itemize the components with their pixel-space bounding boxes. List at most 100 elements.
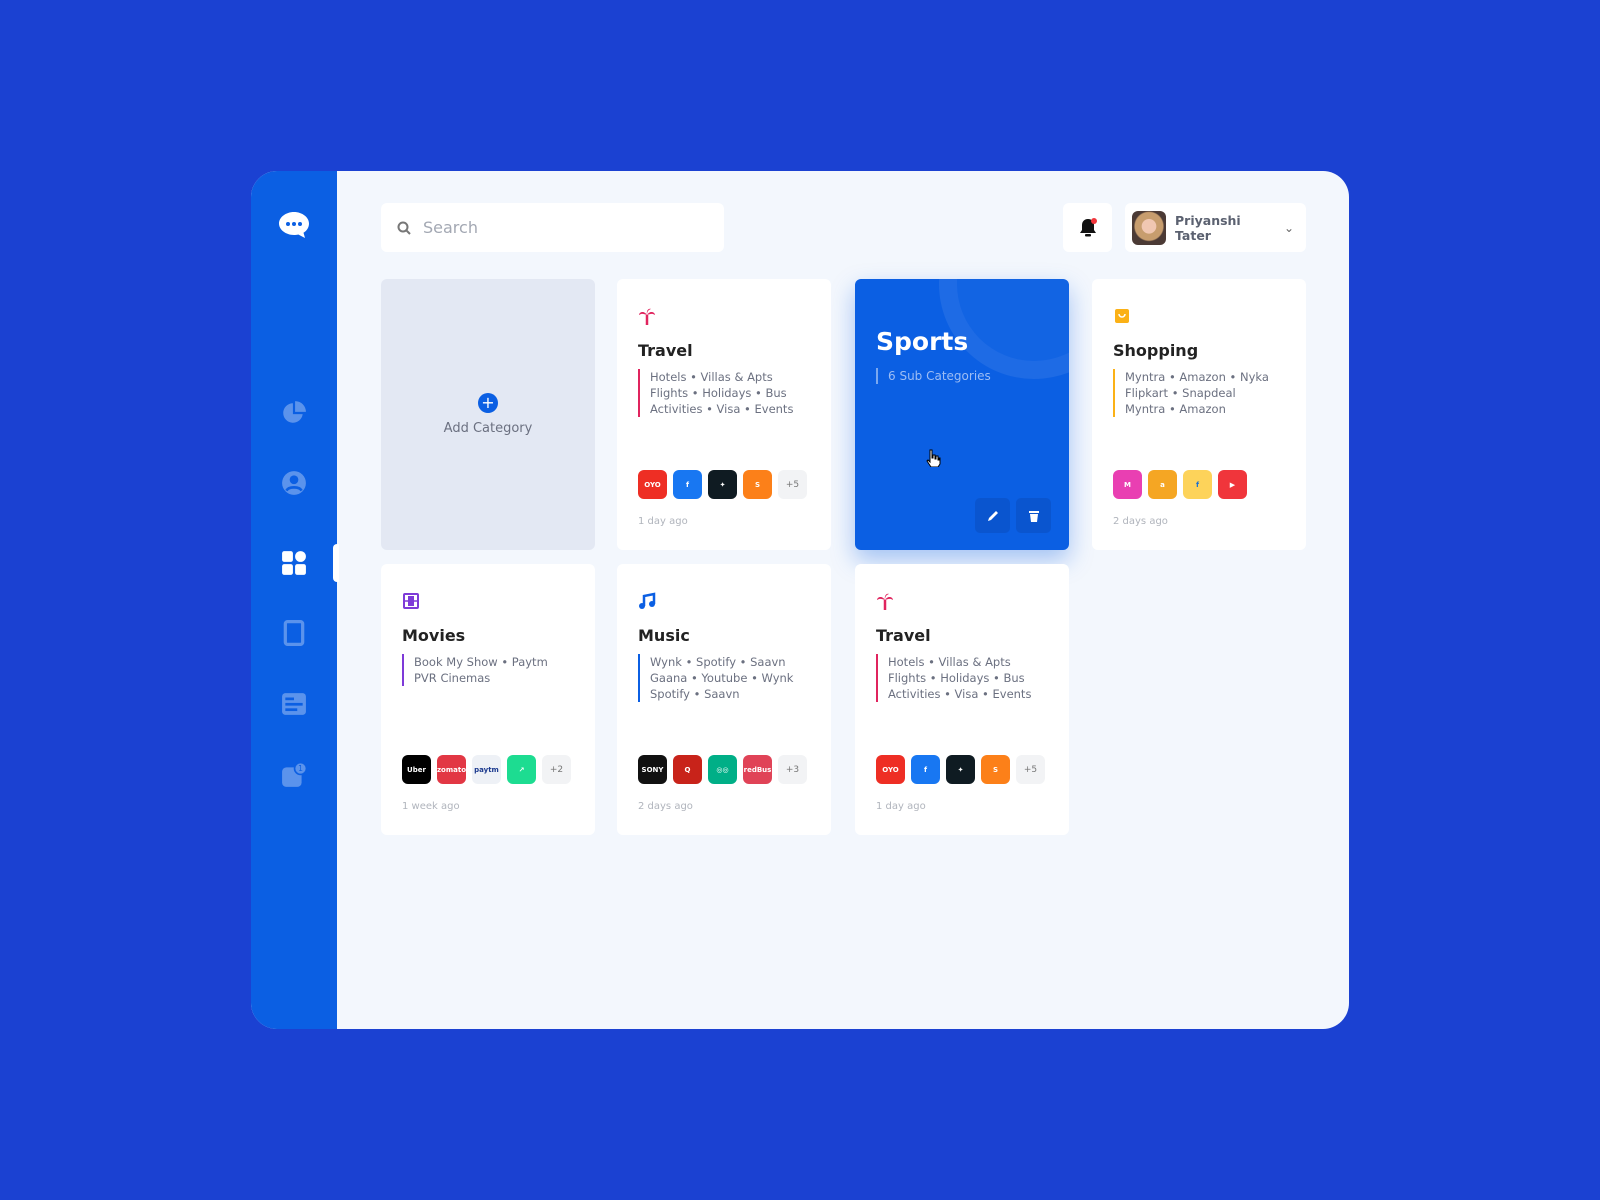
app-icon-zomato[interactable]: zomato — [437, 755, 466, 784]
app-icon-myntra[interactable]: M — [1113, 470, 1142, 499]
timestamp: 1 day ago — [638, 516, 688, 527]
sub-category-line: Hotels • Villas & Apts — [888, 655, 1011, 669]
category-card-movies[interactable]: Movies Book My Show • Paytm PVR Cinemas Ube… — [381, 564, 595, 835]
app-icon-tripadvisor[interactable]: ◎◎ — [708, 755, 737, 784]
nav-devices[interactable] — [279, 618, 309, 648]
app-icon-hotstar[interactable]: ✦ — [946, 755, 975, 784]
edit-button[interactable] — [975, 498, 1010, 533]
tablet-icon — [283, 620, 305, 646]
sub-categories: Wynk • Spotify • Saavn Gaana • Youtube • … — [638, 654, 810, 702]
search-bar[interactable] — [381, 203, 724, 252]
sub-category-line: PVR Cinemas — [414, 671, 491, 685]
app-icon-flipkart[interactable]: f — [1183, 470, 1212, 499]
more-apps-badge[interactable]: +3 — [778, 755, 807, 784]
more-apps-badge[interactable]: +2 — [542, 755, 571, 784]
sub-category-line: Gaana • Youtube • Wynk — [650, 671, 794, 685]
nav-categories[interactable] — [279, 548, 309, 578]
chevron-down-icon[interactable]: ⌄ — [1284, 221, 1294, 235]
nav-notifications[interactable]: 1 — [279, 760, 309, 790]
pencil-icon — [987, 510, 998, 521]
sub-category-line: Flights • Holidays • Bus — [888, 671, 1025, 685]
nav-reports[interactable] — [279, 689, 309, 719]
app-icon-chart-app[interactable]: ↗ — [507, 755, 536, 784]
app-icons: SONY Q ◎◎ redBus +3 — [638, 755, 807, 784]
app-icons: OYO f ✦ S +5 — [876, 755, 1045, 784]
sub-categories: Hotels • Villas & Apts Flights • Holidays… — [638, 369, 810, 417]
app-icon-swiggy[interactable]: S — [743, 470, 772, 499]
card-title: Shopping — [1113, 341, 1199, 360]
trash-icon — [1028, 510, 1039, 522]
search-input[interactable] — [423, 218, 703, 237]
card-title: Travel — [876, 626, 931, 645]
app-icon-sony-liv[interactable]: SONY — [638, 755, 667, 784]
palm-tree-icon — [877, 593, 893, 610]
app-icon-paytm[interactable]: paytm — [472, 755, 501, 784]
notifications-button[interactable] — [1063, 203, 1112, 252]
user-menu[interactable]: Priyanshi Tater ⌄ — [1125, 203, 1306, 252]
nav-profile[interactable] — [279, 468, 309, 498]
app-icons: OYO f ✦ S +5 — [638, 470, 807, 499]
sub-category-line: Spotify • Saavn — [650, 687, 740, 701]
sub-category-line: Myntra • Amazon • Nyka — [1125, 370, 1269, 384]
film-icon — [403, 593, 419, 609]
category-card-sports[interactable]: Sports 6 Sub Categories — [855, 279, 1069, 550]
plus-icon: + — [478, 393, 498, 413]
user-circle-icon — [282, 471, 306, 495]
avatar — [1132, 210, 1166, 245]
active-nav-indicator — [333, 544, 339, 582]
app-icon-quora[interactable]: Q — [673, 755, 702, 784]
delete-button[interactable] — [1016, 498, 1051, 533]
timestamp: 1 day ago — [876, 801, 926, 812]
sidebar: 1 — [251, 171, 339, 1029]
shopping-bag-icon — [1115, 309, 1129, 323]
sub-category-line: Book My Show • Paytm — [414, 655, 548, 669]
category-card-shopping[interactable]: Shopping Myntra • Amazon • Nyka Flipkart •… — [1092, 279, 1306, 550]
music-note-icon — [639, 592, 656, 609]
app-icons: Uber zomato paytm ↗ +2 — [402, 755, 571, 784]
app-icon-youtube[interactable]: ▶ — [1218, 470, 1247, 499]
grid-icon — [282, 551, 306, 575]
bell-icon — [1079, 217, 1097, 236]
sub-category-line: Flipkart • Snapdeal — [1125, 386, 1236, 400]
category-card-travel[interactable]: Travel Hotels • Villas & Apts Flights • Ho… — [855, 564, 1069, 835]
category-card-music[interactable]: Music Wynk • Spotify • Saavn Gaana • Youtu… — [617, 564, 831, 835]
sub-category-line: Activities • Visa • Events — [888, 687, 1032, 701]
notification-count: 1 — [298, 764, 303, 773]
more-apps-badge[interactable]: +5 — [1016, 755, 1045, 784]
nav-analytics[interactable] — [279, 398, 309, 428]
app-icon-swiggy[interactable]: S — [981, 755, 1010, 784]
pie-chart-icon — [283, 401, 306, 423]
user-name: Priyanshi Tater — [1175, 212, 1241, 243]
timestamp: 1 week ago — [402, 801, 460, 812]
card-title: Travel — [638, 341, 693, 360]
search-icon — [397, 221, 411, 235]
app-window: 1 Priyanshi Tater ⌄ + Add Category Sport… — [251, 171, 1349, 1029]
timestamp: 2 days ago — [1113, 516, 1168, 527]
sub-category-line: Hotels • Villas & Apts — [650, 370, 773, 384]
app-icon-hotstar[interactable]: ✦ — [708, 470, 737, 499]
sub-category-line: Activities • Visa • Events — [650, 402, 794, 416]
app-icons: Ma f ▶ — [1113, 470, 1247, 499]
card-title: Music — [638, 626, 690, 645]
add-category-card[interactable]: + Add Category — [381, 279, 595, 550]
app-icon-oyo[interactable]: OYO — [876, 755, 905, 784]
list-card-icon — [282, 693, 306, 715]
sub-categories: Myntra • Amazon • Nyka Flipkart • Snapdea… — [1113, 369, 1285, 417]
app-icon-amazon[interactable]: a — [1148, 470, 1177, 499]
hand-cursor-icon — [926, 449, 941, 467]
chat-logo-icon[interactable] — [278, 211, 310, 239]
card-title: Movies — [402, 626, 466, 645]
palm-tree-icon — [639, 308, 655, 325]
app-icon-facebook[interactable]: f — [911, 755, 940, 784]
basketball-watermark-icon — [939, 279, 1069, 379]
timestamp: 2 days ago — [638, 801, 693, 812]
app-icon-facebook[interactable]: f — [673, 470, 702, 499]
sub-categories: Hotels • Villas & Apts Flights • Holidays… — [876, 654, 1048, 702]
category-card-travel[interactable]: Travel Hotels • Villas & Apts Flights • Ho… — [617, 279, 831, 550]
app-icon-redbus[interactable]: redBus — [743, 755, 772, 784]
sub-category-line: Flights • Holidays • Bus — [650, 386, 787, 400]
app-icon-uber[interactable]: Uber — [402, 755, 431, 784]
notification-badge-icon: 1 — [282, 762, 307, 787]
more-apps-badge[interactable]: +5 — [778, 470, 807, 499]
app-icon-oyo[interactable]: OYO — [638, 470, 667, 499]
